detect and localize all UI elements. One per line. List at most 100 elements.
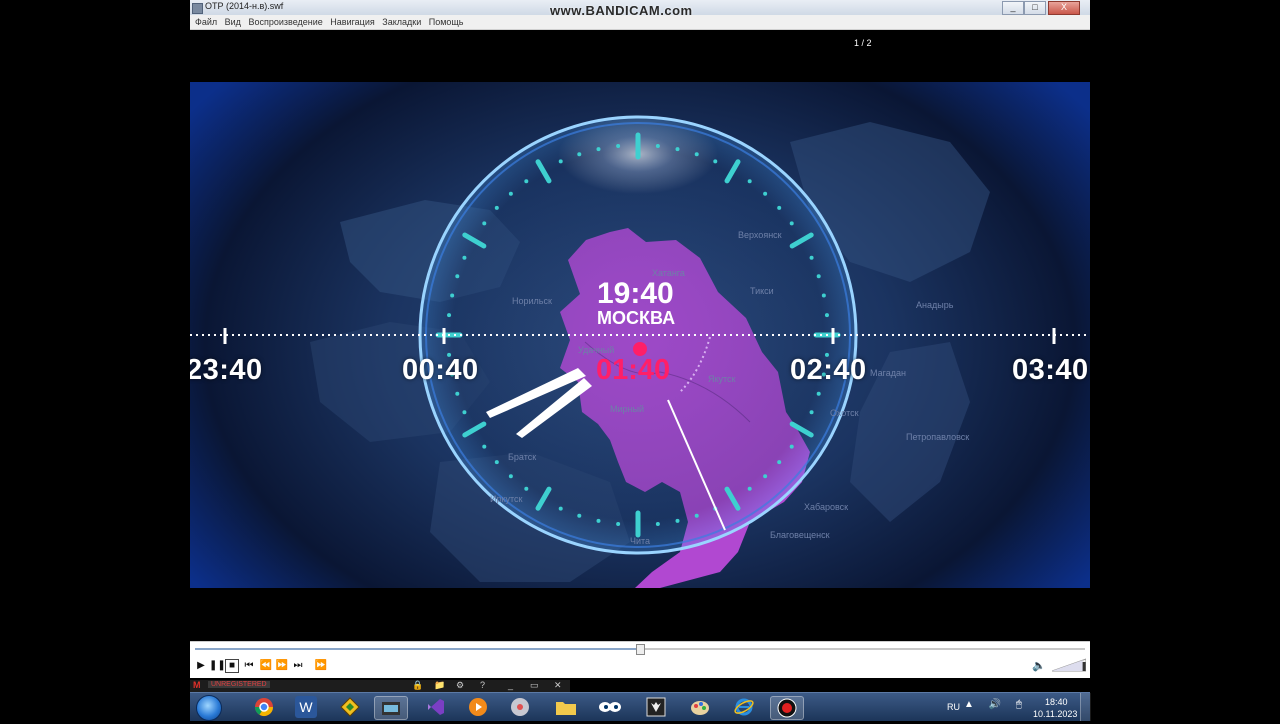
internet-explorer-icon[interactable] [728, 696, 760, 718]
map-label: Мирный [610, 404, 644, 414]
minute-dot [694, 513, 699, 518]
step-back-icon[interactable]: ⏪ [259, 659, 273, 673]
minute-dot [821, 293, 826, 298]
minute-dot [713, 159, 718, 164]
minute-dot [616, 521, 621, 526]
seek-thumb[interactable] [636, 644, 645, 655]
map-label: Охотск [830, 408, 859, 418]
show-desktop-button[interactable] [1080, 693, 1091, 721]
word-icon[interactable]: W [295, 696, 317, 718]
volume-slider[interactable] [1052, 658, 1086, 672]
eyes-icon[interactable] [594, 696, 626, 718]
menu-file[interactable]: Файл [195, 15, 217, 29]
help-icon[interactable]: ? [480, 680, 485, 690]
minute-dot [789, 221, 794, 226]
minute-dot [675, 147, 680, 152]
minute-dot [789, 444, 794, 449]
moscow-label: МОСКВА [597, 308, 676, 328]
scale-label: 23:40 [190, 354, 263, 386]
map-label: Хабаровск [804, 502, 849, 512]
taskbar-clock-time[interactable]: 18:40 [1045, 697, 1068, 707]
map-label: Тикси [750, 286, 774, 296]
start-button[interactable] [196, 695, 222, 721]
player-controls: ▶ ❚❚ ■ ⏮ ⏪ ⏩ ⏭ ⏩ 🔈 [190, 641, 1090, 678]
minute-dot [508, 474, 513, 479]
maximize-button[interactable]: □ [1024, 1, 1046, 15]
minute-dot [577, 152, 582, 157]
minute-dot [675, 518, 680, 523]
close-icon[interactable]: ✕ [554, 680, 562, 691]
stop-icon[interactable]: ■ [225, 659, 239, 673]
minute-dot [777, 460, 782, 465]
minute-dot [558, 506, 563, 511]
restore-icon[interactable]: ▭ [530, 680, 539, 691]
menu-help[interactable]: Помощь [429, 15, 464, 29]
explorer-icon[interactable] [550, 696, 582, 718]
minute-dot [577, 513, 582, 518]
play-icon[interactable]: ▶ [194, 659, 208, 673]
close-button[interactable]: X [1048, 1, 1080, 15]
pause-icon[interactable]: ❚❚ [209, 659, 226, 673]
menu-view[interactable]: Вид [225, 15, 241, 29]
paint-icon[interactable] [684, 696, 716, 718]
minute-dot [616, 144, 621, 149]
menu-playback[interactable]: Воспроизведение [248, 15, 322, 29]
minute-dot [455, 274, 460, 279]
minute-dot [694, 152, 699, 157]
next-frame-icon[interactable]: ⏩ [314, 659, 328, 673]
app-icon [192, 3, 203, 14]
minute-dot [494, 460, 499, 465]
chrome-icon[interactable] [248, 696, 280, 718]
minute-dot [824, 313, 829, 318]
minute-dot [777, 205, 782, 210]
video-frame: Удачный Мирный Якутск Норильск Хатанга Т… [190, 82, 1090, 588]
seek-bar[interactable] [195, 644, 1085, 655]
wolf-icon[interactable] [640, 696, 672, 718]
minute-dot [482, 221, 487, 226]
minimize-button[interactable]: _ [1002, 1, 1024, 15]
visual-studio-icon[interactable] [420, 696, 452, 718]
minute-dot [462, 255, 467, 260]
folder-icon[interactable]: 📁 [434, 680, 445, 691]
minute-dot [450, 293, 455, 298]
minute-dot [455, 391, 460, 396]
fast-forward-end-icon[interactable]: ⏭ [291, 659, 305, 673]
winamp-icon[interactable] [334, 696, 366, 718]
tray-icons[interactable]: ▲ 🔊 🖱 [964, 699, 1028, 710]
minute-dot [747, 179, 752, 184]
scale-label: 02:40 [790, 354, 867, 386]
minimize-icon[interactable]: _ [508, 680, 513, 690]
map-label: Анадырь [916, 300, 954, 310]
menu-navigation[interactable]: Навигация [330, 15, 374, 29]
language-indicator[interactable]: RU [947, 702, 960, 712]
minute-dot [816, 274, 821, 279]
scale-label: 00:40 [402, 354, 479, 386]
window-title: ОТР (2014-н.в).swf [205, 1, 284, 11]
settings-icon[interactable]: ⚙ [456, 680, 464, 691]
burner-icon[interactable] [504, 696, 536, 718]
map-label: Петропавловск [906, 432, 970, 442]
step-forward-icon[interactable]: ⏩ [275, 659, 289, 673]
record-icon[interactable] [770, 696, 804, 720]
lock-icon[interactable]: 🔒 [412, 680, 423, 691]
map-label: Иркутск [490, 494, 523, 504]
media-player-icon[interactable] [462, 696, 494, 718]
moscow-time: 19:40 [597, 277, 674, 310]
minute-dot [596, 147, 601, 152]
recorder-logo: M [193, 680, 201, 690]
menu-bookmarks[interactable]: Закладки [382, 15, 421, 29]
map-label: Верхоянск [738, 230, 782, 240]
map-label: Чита [630, 536, 651, 546]
movie-icon[interactable] [374, 696, 408, 720]
minute-dot [524, 179, 529, 184]
speaker-icon[interactable]: 🔈 [1032, 659, 1046, 672]
minute-dot [763, 474, 768, 479]
minute-dot [558, 159, 563, 164]
minute-dot [655, 144, 660, 149]
taskbar-clock-date[interactable]: 10.11.2023 [1033, 709, 1077, 719]
minute-dot [809, 410, 814, 415]
page-counter: 1 / 2 [854, 38, 872, 48]
rewind-start-icon[interactable]: ⏮ [242, 659, 256, 673]
recorder-widget: M UNREGISTERED 🔒 📁 ⚙ ? _ ▭ ✕ [190, 680, 570, 692]
minute-dot [494, 205, 499, 210]
